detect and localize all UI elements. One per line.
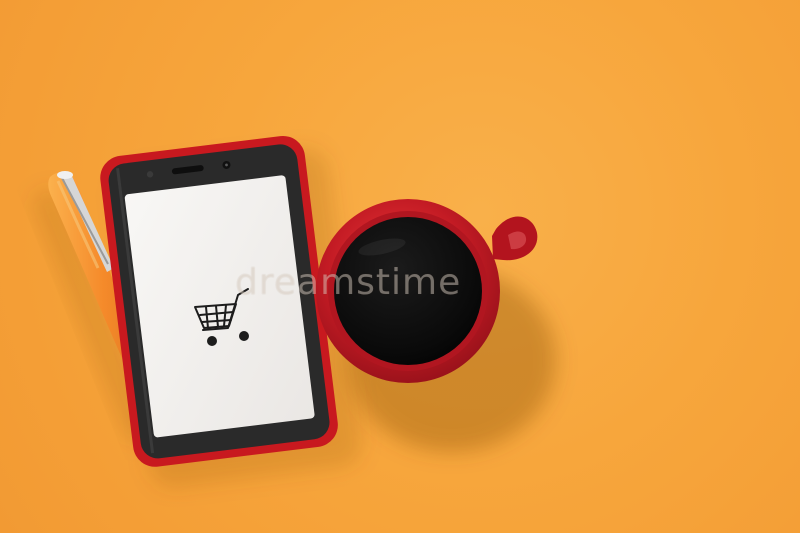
photo-scene: dreamstime <box>0 0 800 533</box>
watermark-text: dreamstime <box>235 262 462 303</box>
